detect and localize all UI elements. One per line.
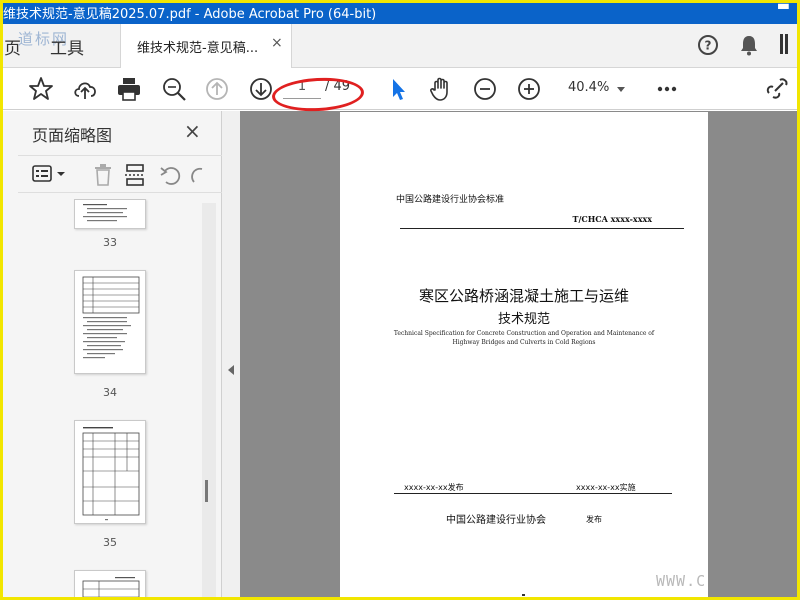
site-watermark: WWW.C <box>656 572 707 590</box>
help-icon[interactable]: ? <box>697 34 719 60</box>
publishing-association: 中国公路建设行业协会 <box>446 515 546 526</box>
implementation-date: xxxx-xx-xx实施 <box>576 483 636 492</box>
issue-date: xxxx-xx-xx发布 <box>404 483 464 492</box>
thumbnail-page[interactable] <box>74 199 146 229</box>
collapse-arrow-icon <box>228 365 234 375</box>
document-title: 寒区公路桥涵混凝土施工与运维 <box>418 287 629 305</box>
menu-bar: 道标网 页 工具 维技术规范-意见稿... × ? <box>0 24 800 68</box>
previous-page-icon[interactable] <box>203 75 231 103</box>
thumbnail-page[interactable] <box>74 270 146 374</box>
thumbnail-page[interactable] <box>74 570 146 600</box>
thumbnail-page-number: 33 <box>103 236 117 249</box>
thumbnail-page[interactable] <box>74 420 146 524</box>
current-page-input[interactable]: 1 <box>283 79 321 99</box>
minimize-icon[interactable]: ▬ <box>777 0 790 14</box>
footer-rule <box>394 493 672 494</box>
page-navigator: 1 / 49 <box>283 76 361 102</box>
print-icon[interactable] <box>115 75 143 103</box>
window-title: 维技术规范-意见稿2025.07.pdf - Adobe Acrobat Pro… <box>3 7 377 22</box>
tab-close-icon[interactable]: × <box>271 35 283 51</box>
chevron-down-icon <box>617 87 625 92</box>
more-tools-icon[interactable] <box>653 75 681 103</box>
bookmark-star-icon[interactable] <box>27 75 55 103</box>
hand-tool-icon[interactable] <box>427 75 455 103</box>
cloud-upload-icon[interactable] <box>71 75 99 103</box>
document-tab[interactable]: 维技术规范-意见稿... × <box>120 24 292 68</box>
zoom-in-icon[interactable] <box>515 75 543 103</box>
thumbnail-scrollbar[interactable] <box>202 203 216 600</box>
zoom-level-dropdown[interactable]: 40.4% <box>560 76 632 102</box>
share-link-icon[interactable] <box>763 75 791 103</box>
scrollbar-thumb[interactable] <box>205 480 208 502</box>
notification-bell-icon[interactable] <box>739 34 759 60</box>
svg-text:?: ? <box>705 39 712 53</box>
thumbnail-page-number: 34 <box>103 386 117 399</box>
zoom-level-value: 40.4% <box>568 80 610 95</box>
insert-page-icon[interactable] <box>124 163 146 191</box>
rotate-right-icon[interactable] <box>190 163 206 191</box>
next-page-icon[interactable] <box>247 75 275 103</box>
publish-label: 发布 <box>586 515 602 524</box>
zoom-search-icon[interactable] <box>160 75 188 103</box>
menu-tools[interactable]: 工具 <box>50 34 84 59</box>
header-rule <box>400 228 684 229</box>
panel-toolbar <box>18 155 222 193</box>
title-bar: 维技术规范-意见稿2025.07.pdf - Adobe Acrobat Pro… <box>0 0 800 24</box>
document-view[interactable]: 中国公路建设行业协会标准 T/CHCA xxxx-xxxx 寒区公路桥涵混凝土施… <box>240 111 800 600</box>
thumbnails-panel: 页面缩略图 × 33 34 35 <box>0 111 222 600</box>
page-footer-mark <box>522 594 525 596</box>
menu-page[interactable]: 页 <box>4 34 21 59</box>
document-subtitle: 技术规范 <box>497 312 550 327</box>
total-pages-label: / 49 <box>325 79 351 94</box>
thumbnail-page-number: 35 <box>103 536 117 549</box>
rotate-left-icon[interactable] <box>158 163 182 191</box>
delete-page-icon[interactable] <box>92 163 114 191</box>
panel-collapse-handle[interactable] <box>222 111 240 600</box>
thumbnail-list: 33 34 35 <box>18 199 204 600</box>
more-menu-icon[interactable] <box>780 32 792 60</box>
english-title: Technical Specification for Concrete Con… <box>393 330 655 346</box>
pdf-page: 中国公路建设行业协会标准 T/CHCA xxxx-xxxx 寒区公路桥涵混凝土施… <box>340 112 708 600</box>
toolbar: 1 / 49 40.4% <box>0 68 800 110</box>
select-cursor-icon[interactable] <box>384 75 412 103</box>
standard-issuer: 中国公路建设行业协会标准 <box>396 195 505 205</box>
zoom-out-icon[interactable] <box>471 75 499 103</box>
document-tab-label: 维技术规范-意见稿... <box>137 41 259 56</box>
panel-close-icon[interactable]: × <box>184 119 201 143</box>
panel-title: 页面缩略图 <box>32 126 113 145</box>
standard-code: T/CHCA xxxx-xxxx <box>572 214 653 224</box>
options-menu-icon[interactable] <box>32 163 68 189</box>
